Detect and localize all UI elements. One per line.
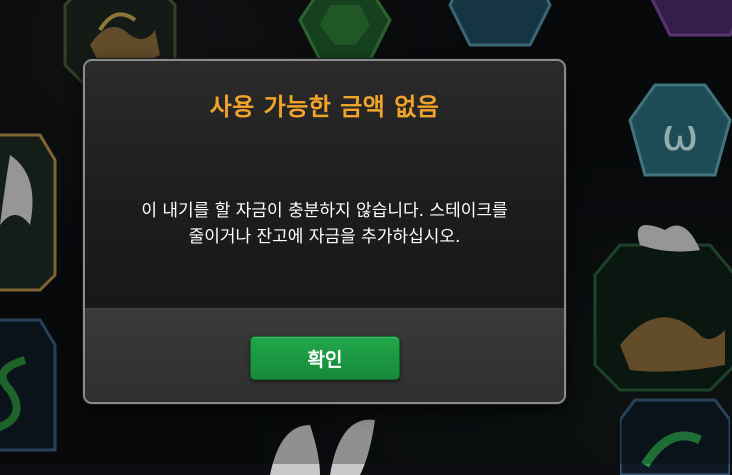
insufficient-funds-dialog: 사용 가능한 금액 없음 이 내기를 할 자금이 충분하지 않습니다. 스테이크… xyxy=(83,59,566,404)
dialog-title: 사용 가능한 금액 없음 xyxy=(209,93,440,121)
dialog-message-line-2: 줄이거나 잔고에 자금을 추가하십시오. xyxy=(188,227,461,247)
confirm-button[interactable]: 확인 xyxy=(250,336,400,380)
dialog-message-line-1: 이 내기를 할 자금이 충분하지 않습니다. 스테이크를 xyxy=(141,201,508,221)
dialog-message: 이 내기를 할 자금이 충분하지 않습니다. 스테이크를 줄이거나 잔고에 자금… xyxy=(95,198,554,250)
